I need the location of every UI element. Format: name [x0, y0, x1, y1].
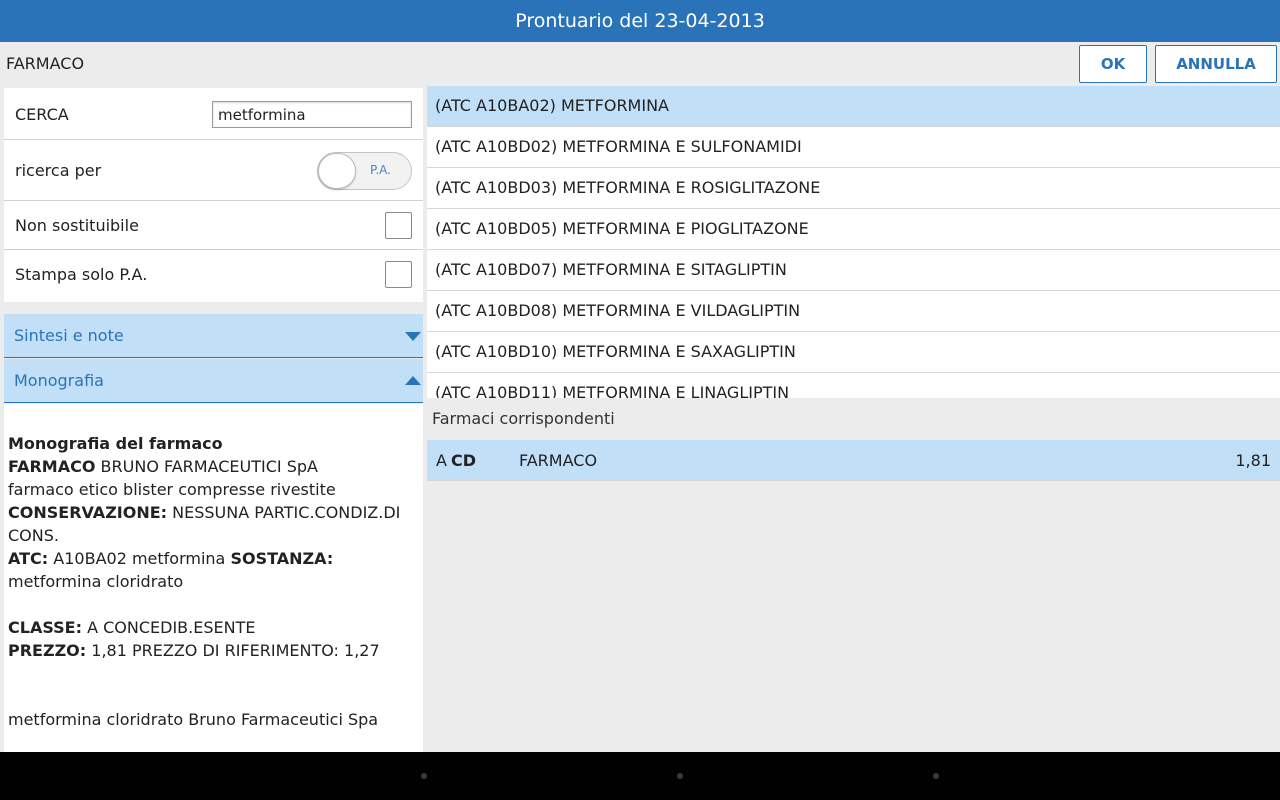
stampa-checkbox[interactable] — [385, 261, 412, 288]
atc-list-item[interactable]: (ATC A10BD07) METFORMINA E SITAGLIPTIN — [427, 250, 1280, 291]
system-nav-bar — [0, 752, 1280, 800]
recents-icon[interactable] — [933, 773, 939, 779]
stampa-row: Stampa solo P.A. — [4, 250, 423, 302]
atc-list-item[interactable]: (ATC A10BD10) METFORMINA E SAXAGLIPTIN — [427, 332, 1280, 373]
mono-atc-val: A10BA02 metformina — [48, 549, 231, 568]
ricerca-row: ricerca per P.A. — [4, 140, 423, 201]
toggle-knob — [318, 153, 356, 189]
mono-farmaco-key: FARMACO — [8, 457, 96, 476]
search-label: CERCA — [15, 105, 69, 124]
mono-farmaco-val: BRUNO FARMACEUTICI SpA — [95, 457, 318, 476]
corr-price: 1,81 — [1235, 451, 1271, 470]
collapse-arrow-icon — [405, 376, 421, 385]
mono-prezzo-val: 1,81 PREZZO DI RIFERIMENTO: 1,27 — [86, 641, 380, 660]
mono-atc-key: ATC: — [8, 549, 49, 568]
monografia-label: Monografia — [14, 371, 104, 390]
non-sostituibile-checkbox[interactable] — [385, 212, 412, 239]
non-sostituibile-label: Non sostituibile — [15, 216, 139, 235]
atc-list-item[interactable]: (ATC A10BD05) METFORMINA E PIOGLITAZONE — [427, 209, 1280, 250]
corr-name: FARMACO — [519, 451, 598, 470]
ricerca-toggle[interactable]: P.A. — [317, 152, 412, 190]
ok-button[interactable]: OK — [1079, 45, 1147, 83]
mono-prezzo-key: PREZZO: — [8, 641, 87, 660]
corrispondenti-row[interactable]: A CD FARMACO 1,81 — [427, 440, 1280, 481]
search-input[interactable] — [212, 101, 412, 128]
stampa-label: Stampa solo P.A. — [15, 265, 148, 284]
mono-classe-val: A CONCEDIB.ESENTE — [81, 618, 256, 637]
sintesi-section-header[interactable]: Sintesi e note — [4, 314, 423, 358]
mono-sostanza-val: metformina cloridrato — [8, 572, 184, 591]
monografia-content: Monografia del farmaco FARMACO BRUNO FAR… — [4, 404, 423, 752]
ricerca-label: ricerca per — [15, 161, 102, 180]
atc-list-item[interactable]: (ATC A10BA02) METFORMINA — [427, 86, 1280, 127]
title-bar: Prontuario del 23-04-2013 — [0, 0, 1280, 42]
mono-footer: metformina cloridrato Bruno Farmaceutici… — [8, 710, 379, 729]
toggle-label: P.A. — [370, 163, 391, 177]
home-icon[interactable] — [677, 773, 683, 779]
cancel-button[interactable]: ANNULLA — [1155, 45, 1277, 83]
monografia-section-header[interactable]: Monografia — [4, 359, 423, 403]
mono-conservazione-key: CONSERVAZIONE: — [8, 503, 168, 522]
mono-heading: Monografia del farmaco — [8, 434, 223, 453]
mono-sostanza-key: SOSTANZA: — [230, 549, 334, 568]
window-title: Prontuario del 23-04-2013 — [515, 10, 765, 32]
mono-line2: farmaco etico blister compresse rivestit… — [8, 480, 336, 499]
mono-classe-key: CLASSE: — [8, 618, 82, 637]
atc-list-item[interactable]: (ATC A10BD08) METFORMINA E VILDAGLIPTIN — [427, 291, 1280, 332]
non-sostituibile-row: Non sostituibile — [4, 201, 423, 250]
corr-code: CD — [451, 451, 477, 470]
search-row: CERCA — [4, 88, 423, 140]
toolbar: FARMACO OK ANNULLA — [0, 42, 1280, 86]
atc-list-item[interactable]: (ATC A10BD11) METFORMINA E LINAGLIPTIN — [427, 373, 1280, 398]
expand-arrow-icon — [405, 332, 421, 341]
back-icon[interactable] — [421, 773, 427, 779]
atc-list: (ATC A10BA02) METFORMINA (ATC A10BD02) M… — [427, 86, 1280, 398]
atc-list-item[interactable]: (ATC A10BD02) METFORMINA E SULFONAMIDI — [427, 127, 1280, 168]
toolbar-label: FARMACO — [6, 54, 85, 73]
corr-classe: A — [436, 451, 447, 470]
atc-list-item[interactable]: (ATC A10BD03) METFORMINA E ROSIGLITAZONE — [427, 168, 1280, 209]
sintesi-label: Sintesi e note — [14, 326, 124, 345]
corrispondenti-header: Farmaci corrispondenti — [427, 398, 1280, 440]
